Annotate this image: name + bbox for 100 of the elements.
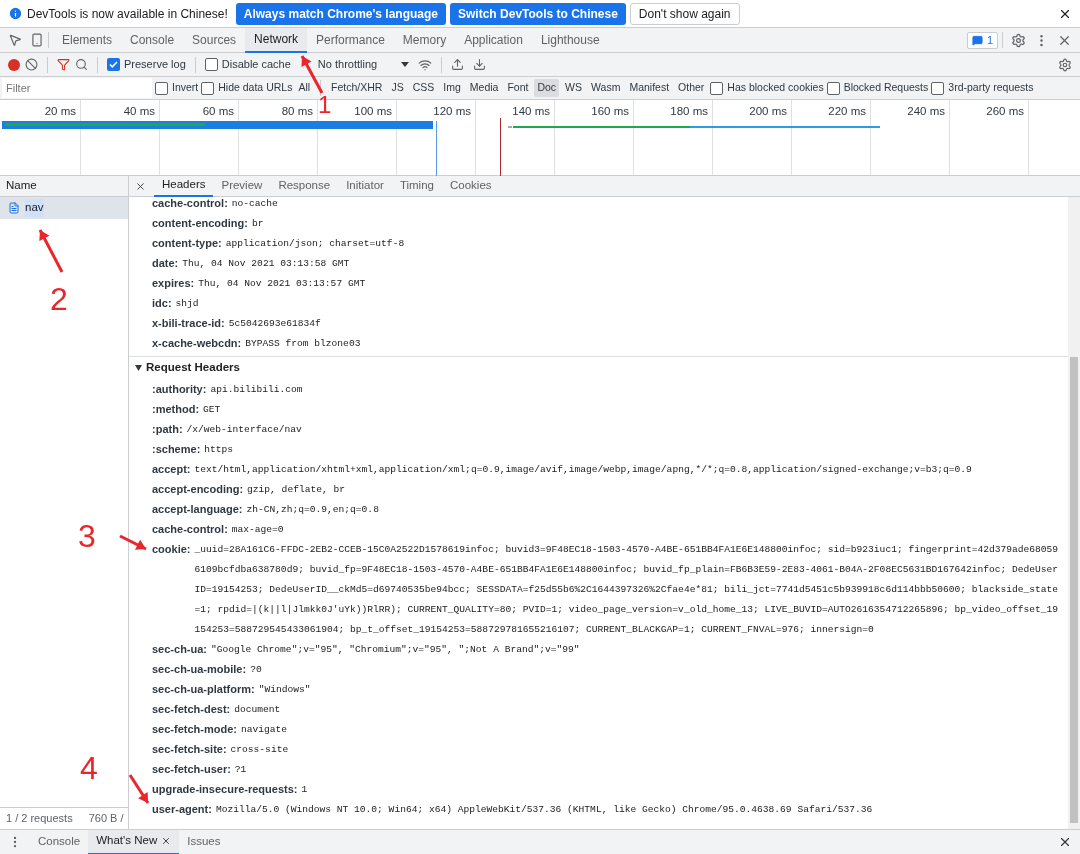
throttling-dropdown[interactable]: No throttling bbox=[317, 56, 410, 73]
type-filter[interactable]: Img bbox=[440, 79, 464, 97]
header-value: zh-CN,zh;q=0.9,en;q=0.8 bbox=[246, 503, 380, 517]
annotation-arrow bbox=[38, 229, 64, 273]
header-name: user-agent: bbox=[152, 802, 212, 817]
header-name: expires: bbox=[152, 276, 195, 291]
drawer-tab[interactable]: Console bbox=[30, 829, 89, 854]
status-text: 760 B / bbox=[88, 811, 124, 827]
time-tick-label: 240 ms bbox=[907, 104, 945, 119]
checkbox[interactable] bbox=[931, 81, 945, 95]
detail-tab[interactable]: Headers bbox=[154, 175, 214, 197]
panel-tab[interactable]: Elements bbox=[53, 27, 122, 53]
header-name: sec-fetch-dest: bbox=[152, 702, 231, 717]
detail-tab[interactable]: Response bbox=[270, 175, 339, 197]
header-name: :scheme: bbox=[152, 442, 201, 457]
close-icon[interactable] bbox=[1058, 835, 1072, 849]
infobar-button[interactable]: Always match Chrome's language bbox=[235, 2, 447, 25]
settings-icon[interactable] bbox=[1058, 57, 1072, 72]
checkbox[interactable] bbox=[155, 81, 168, 95]
infobar-button[interactable]: Switch DevTools to Chinese bbox=[450, 2, 626, 25]
type-filter[interactable]: Font bbox=[504, 79, 532, 97]
infobar-button[interactable]: Don't show again bbox=[629, 2, 740, 25]
device-icon[interactable] bbox=[30, 33, 44, 47]
header-value: ?1 bbox=[234, 763, 248, 777]
drawer-tab[interactable]: Issues bbox=[179, 829, 229, 854]
type-filter[interactable]: CSS bbox=[409, 79, 438, 97]
detail-tab[interactable]: Initiator bbox=[338, 175, 392, 197]
detail-tab[interactable]: Preview bbox=[213, 175, 271, 197]
download-icon[interactable] bbox=[473, 58, 487, 71]
header-name: x-bili-trace-id: bbox=[152, 316, 225, 331]
type-filter[interactable]: Wasm bbox=[588, 79, 624, 97]
type-filter[interactable]: Doc bbox=[534, 79, 560, 97]
time-tick-label: 120 ms bbox=[433, 104, 471, 119]
panel-tab[interactable]: Console bbox=[121, 27, 184, 53]
header-value: navigate bbox=[240, 723, 289, 737]
header-value: shjd bbox=[175, 297, 200, 311]
header-value: max-age=0 bbox=[231, 523, 285, 537]
header-value: "Windows" bbox=[258, 683, 312, 697]
header-name: x-cache-webcdn: bbox=[152, 336, 242, 351]
checkbox-label: Hide data URLs bbox=[218, 80, 293, 96]
panel-tab[interactable]: Memory bbox=[393, 27, 456, 53]
header-value: application/json; charset=utf-8 bbox=[225, 237, 406, 251]
header-name: date: bbox=[152, 256, 179, 271]
panel-tab[interactable]: Application bbox=[455, 27, 532, 53]
header-name: accept: bbox=[152, 462, 191, 477]
infobar-message: DevTools is now available in Chinese! bbox=[27, 5, 228, 23]
type-filter[interactable]: JS bbox=[388, 79, 407, 97]
header-value: text/html,application/xhtml+xml,application/xml;q=0.9,image/avif,image/webp,image/apng,*/*;q=0.8,application/signed-exchange;v=b3;q=0.9 bbox=[194, 463, 973, 477]
panel-tab[interactable]: Network bbox=[245, 27, 308, 53]
network-conditions-icon[interactable] bbox=[418, 57, 433, 72]
filter-field[interactable]: Filter bbox=[2, 78, 152, 98]
checkbox[interactable] bbox=[826, 81, 840, 95]
checkbox[interactable] bbox=[204, 58, 218, 71]
time-tick-label: 160 ms bbox=[591, 104, 629, 119]
header-name: content-type: bbox=[152, 236, 222, 251]
section-title: Request Headers bbox=[146, 360, 240, 376]
panel-tab[interactable]: Performance bbox=[307, 27, 394, 53]
drawer-tab[interactable]: What's New bbox=[88, 829, 180, 854]
type-filter[interactable]: WS bbox=[562, 79, 586, 97]
header-name: sec-fetch-mode: bbox=[152, 722, 237, 737]
header-name: sec-ch-ua: bbox=[152, 642, 208, 657]
time-tick-label: 180 ms bbox=[670, 104, 708, 119]
header-value: Thu, 04 Nov 2021 03:13:58 GMT bbox=[182, 257, 351, 271]
request-row[interactable]: nav bbox=[0, 197, 128, 219]
checkbox-label: Invert bbox=[172, 80, 199, 96]
header-value: BYPASS from blzone03 bbox=[245, 337, 362, 351]
panel-tab[interactable]: Lighthouse bbox=[531, 27, 609, 53]
annotation-number: 3 bbox=[78, 520, 96, 552]
record-button[interactable] bbox=[8, 58, 20, 71]
header-value: cross-site bbox=[230, 743, 290, 757]
detail-tab[interactable]: Cookies bbox=[442, 175, 500, 197]
search-icon[interactable] bbox=[75, 58, 88, 71]
header-value: /x/web-interface/nav bbox=[186, 423, 303, 437]
status-text: 1 / 2 requests bbox=[6, 811, 73, 827]
header-value: api.bilibili.com bbox=[210, 383, 304, 397]
time-tick-label: 200 ms bbox=[749, 104, 787, 119]
filter-icon[interactable] bbox=[57, 58, 70, 71]
checkbox[interactable] bbox=[201, 81, 215, 95]
header-name: upgrade-insecure-requests: bbox=[152, 782, 298, 797]
section-header[interactable]: Request Headers bbox=[129, 357, 1068, 379]
close-icon[interactable] bbox=[135, 180, 146, 192]
annotation-number: 2 bbox=[50, 283, 68, 315]
panel-tab[interactable]: Sources bbox=[183, 27, 246, 53]
clear-icon[interactable] bbox=[25, 58, 38, 71]
checkbox[interactable] bbox=[107, 58, 120, 71]
checkbox[interactable] bbox=[710, 81, 724, 95]
inspect-icon[interactable] bbox=[8, 33, 22, 47]
scrollbar[interactable] bbox=[1068, 197, 1080, 829]
type-filter[interactable]: Other bbox=[675, 79, 708, 97]
issues-badge[interactable]: 1 bbox=[966, 31, 998, 49]
upload-icon[interactable] bbox=[451, 58, 465, 71]
settings-icon[interactable] bbox=[1011, 32, 1026, 48]
time-tick-label: 260 ms bbox=[986, 104, 1024, 119]
time-tick-label: 40 ms bbox=[123, 104, 155, 119]
header-value: Mozilla/5.0 (Windows NT 10.0; Win64; x64) AppleWebKit/537.36 (KHTML, like Gecko) Chrome/95.0.4638.69 Safari/537.36 bbox=[215, 803, 874, 817]
detail-tab[interactable]: Timing bbox=[391, 175, 442, 197]
type-filter[interactable]: All bbox=[295, 79, 314, 97]
type-filter[interactable]: Media bbox=[466, 79, 502, 97]
header-name: cache-control: bbox=[152, 197, 228, 211]
type-filter[interactable]: Manifest bbox=[626, 79, 673, 97]
